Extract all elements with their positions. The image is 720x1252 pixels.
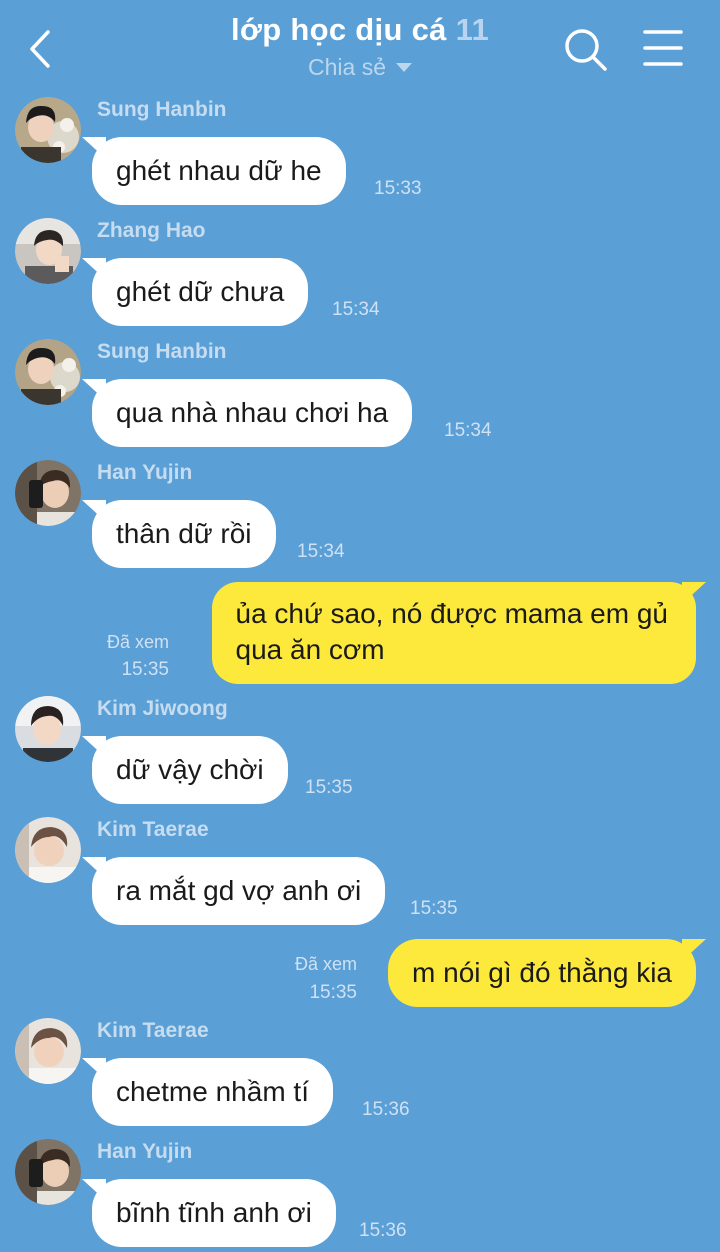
- group-name: lớp học dịu cá: [230, 12, 447, 47]
- seen-status: Đã xem: [106, 632, 169, 652]
- profile-photo-icon: [15, 218, 81, 284]
- avatar[interactable]: [15, 460, 81, 526]
- profile-photo-icon: [15, 1018, 81, 1084]
- chat-header: lớp học dịu cá 11 Chia sẻ: [0, 0, 720, 96]
- message-time: 15:35: [309, 982, 357, 1003]
- chevron-left-icon: [30, 30, 50, 68]
- group-title: lớp học dịu cá 11: [150, 8, 570, 52]
- message-bubble[interactable]: ghét nhau dữ he: [92, 137, 346, 205]
- search-icon: [565, 29, 607, 71]
- profile-photo-icon: [15, 97, 81, 163]
- message-time: 15:35: [121, 659, 169, 680]
- message-time: 15:36: [362, 1099, 410, 1120]
- message-bubble[interactable]: bĩnh tĩnh anh ơi: [92, 1179, 336, 1247]
- profile-photo-icon: [15, 696, 81, 762]
- search-button[interactable]: [560, 24, 612, 76]
- seen-status: Đã xem: [294, 954, 357, 974]
- sender-name: Han Yujin: [97, 1140, 193, 1163]
- message-bubble[interactable]: dữ vậy chời: [92, 736, 288, 804]
- sender-name: Han Yujin: [97, 461, 193, 484]
- sender-name: Kim Taerae: [97, 818, 209, 841]
- avatar[interactable]: [15, 339, 81, 405]
- profile-photo-icon: [15, 1139, 81, 1205]
- avatar[interactable]: [15, 696, 81, 762]
- share-label: Chia sẻ: [308, 54, 386, 80]
- message-time: 15:34: [297, 541, 345, 562]
- message-time: 15:34: [444, 420, 492, 441]
- back-button[interactable]: [18, 22, 68, 76]
- message-bubble[interactable]: ghét dữ chưa: [92, 258, 309, 326]
- sender-name: Sung Hanbin: [97, 98, 227, 121]
- sender-name: Sung Hanbin: [97, 340, 227, 363]
- message-bubble[interactable]: chetme nhầm tí: [92, 1058, 333, 1126]
- chat-title-area[interactable]: lớp học dịu cá 11 Chia sẻ: [150, 8, 570, 82]
- message-text-line: ủa chứ sao, nó được mama em gủ: [235, 598, 669, 629]
- avatar[interactable]: [15, 817, 81, 883]
- message-bubble[interactable]: ra mắt gd vợ anh ơi: [92, 857, 386, 925]
- profile-photo-icon: [15, 339, 81, 405]
- sender-name: Zhang Hao: [97, 219, 206, 242]
- profile-photo-icon: [15, 817, 81, 883]
- share-dropdown[interactable]: Chia sẻ: [150, 52, 570, 82]
- avatar[interactable]: [15, 97, 81, 163]
- profile-photo-icon: [15, 460, 81, 526]
- message-time: 15:33: [374, 178, 422, 199]
- message-time: 15:35: [410, 898, 458, 919]
- sender-name: Kim Jiwoong: [97, 697, 228, 720]
- message-bubble[interactable]: m nói gì đó thằng kia: [388, 939, 696, 1007]
- caret-down-icon: [395, 63, 412, 72]
- hamburger-menu-icon: [643, 30, 683, 66]
- member-count: 11: [455, 12, 489, 47]
- sender-name: Kim Taerae: [97, 1019, 209, 1042]
- menu-button[interactable]: [640, 26, 686, 70]
- avatar[interactable]: [15, 1018, 81, 1084]
- message-time: 15:34: [332, 299, 380, 320]
- message-bubble[interactable]: ủa chứ sao, nó được mama em gủ qua ăn cơ…: [211, 582, 696, 684]
- message-bubble[interactable]: qua nhà nhau chơi ha: [92, 379, 413, 447]
- message-time: 15:35: [305, 777, 353, 798]
- message-text-line: qua ăn cơm: [235, 634, 385, 665]
- avatar[interactable]: [15, 1139, 81, 1205]
- message-bubble[interactable]: thân dữ rồi: [92, 500, 276, 568]
- avatar[interactable]: [15, 218, 81, 284]
- message-time: 15:36: [359, 1220, 407, 1241]
